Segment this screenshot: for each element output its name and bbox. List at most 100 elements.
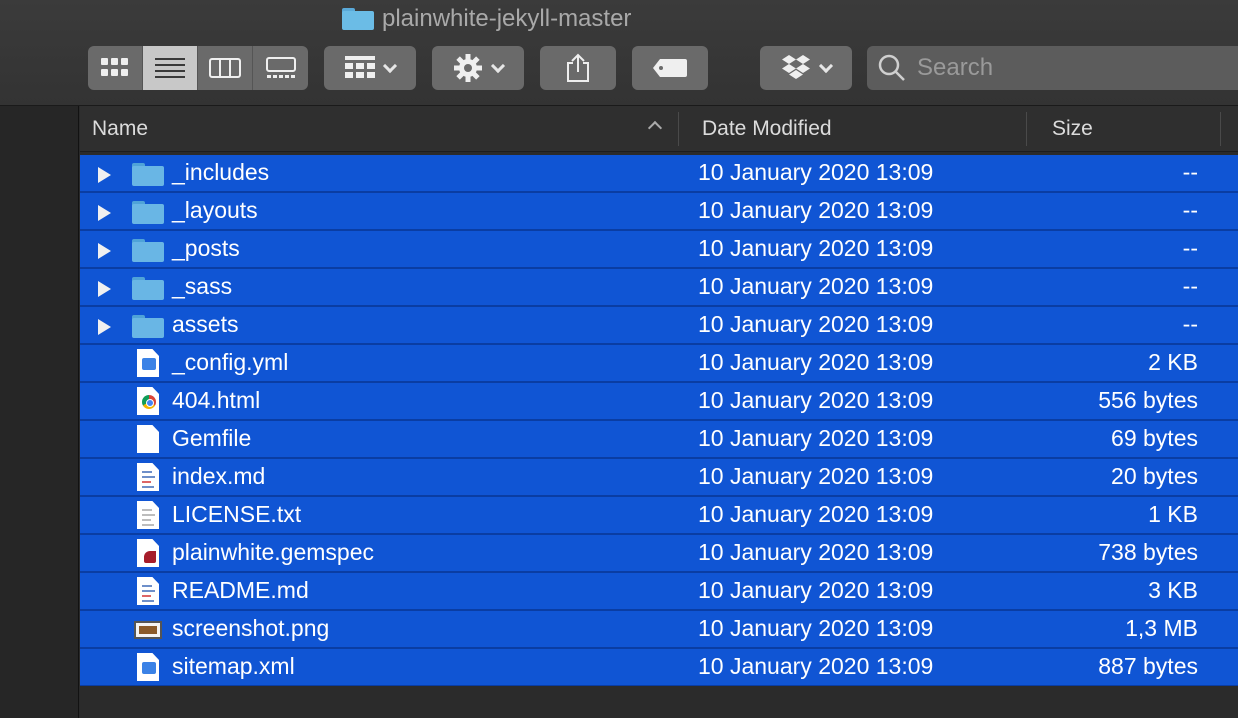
- file-row[interactable]: README.md 10 January 2020 13:09 3 KB: [80, 573, 1238, 611]
- file-list: Name Date Modified Size _includes 10 Janu…: [80, 106, 1238, 718]
- disclosure-triangle-icon[interactable]: [98, 205, 111, 221]
- html-document-icon: [132, 387, 164, 415]
- ruby-document-icon: [132, 539, 164, 567]
- folder-icon: [342, 8, 374, 30]
- file-size: 2 KB: [1148, 349, 1198, 375]
- xml-document-icon: [132, 349, 164, 377]
- file-size: 69 bytes: [1111, 425, 1198, 451]
- file-name: sitemap.xml: [172, 653, 295, 679]
- folder-icon: [132, 159, 164, 187]
- file-row[interactable]: Gemfile 10 January 2020 13:09 69 bytes: [80, 421, 1238, 459]
- file-date-modified: 10 January 2020 13:09: [698, 349, 934, 375]
- file-row[interactable]: 404.html 10 January 2020 13:09 556 bytes: [80, 383, 1238, 421]
- file-date-modified: 10 January 2020 13:09: [698, 273, 934, 299]
- folder-icon: [132, 197, 164, 225]
- folder-icon: [132, 311, 164, 339]
- search-icon: [878, 54, 905, 81]
- file-name: _sass: [172, 273, 233, 299]
- disclosure-triangle-icon[interactable]: [98, 167, 111, 183]
- file-name: 404.html: [172, 387, 261, 413]
- file-size: 1,3 MB: [1125, 615, 1198, 641]
- window-title-text: plainwhite-jekyll-master: [382, 5, 632, 32]
- group-icon: [345, 56, 375, 78]
- file-name: assets: [172, 311, 239, 337]
- column-view-button[interactable]: [198, 46, 253, 90]
- file-name: Gemfile: [172, 425, 252, 451]
- window-title: plainwhite-jekyll-master: [342, 4, 631, 34]
- file-row[interactable]: plainwhite.gemspec 10 January 2020 13:09 7…: [80, 535, 1238, 573]
- file-size: 738 bytes: [1098, 539, 1198, 565]
- column-header: Name Date Modified Size: [80, 106, 1238, 152]
- action-button[interactable]: [432, 46, 524, 90]
- dropbox-button[interactable]: [760, 46, 852, 90]
- file-date-modified: 10 January 2020 13:09: [698, 159, 934, 185]
- disclosure-triangle-icon[interactable]: [98, 281, 111, 297]
- column-date-header[interactable]: Date Modified: [702, 106, 832, 152]
- file-size: --: [1182, 235, 1198, 261]
- chevron-down-icon: [818, 58, 834, 73]
- file-date-modified: 10 January 2020 13:09: [698, 615, 934, 641]
- list-view-icon: [155, 58, 185, 78]
- file-date-modified: 10 January 2020 13:09: [698, 653, 934, 679]
- file-size: --: [1182, 273, 1198, 299]
- file-rows: _includes 10 January 2020 13:09 -- _layouts…: [80, 155, 1238, 687]
- text-document-icon: [132, 501, 164, 529]
- file-date-modified: 10 January 2020 13:09: [698, 311, 934, 337]
- file-date-modified: 10 January 2020 13:09: [698, 387, 934, 413]
- group-by-button[interactable]: [324, 46, 416, 90]
- file-row[interactable]: index.md 10 January 2020 13:09 20 bytes: [80, 459, 1238, 497]
- file-row[interactable]: screenshot.png 10 January 2020 13:09 1,3 M…: [80, 611, 1238, 649]
- disclosure-triangle-icon[interactable]: [98, 319, 111, 335]
- sort-ascending-icon: [647, 120, 663, 136]
- file-name: plainwhite.gemspec: [172, 539, 375, 565]
- file-row[interactable]: _config.yml 10 January 2020 13:09 2 KB: [80, 345, 1238, 383]
- file-row[interactable]: assets 10 January 2020 13:09 --: [80, 307, 1238, 345]
- view-mode-segmented-control[interactable]: [88, 46, 308, 90]
- icon-view-icon: [101, 58, 128, 76]
- column-separator[interactable]: [678, 112, 679, 146]
- file-name: LICENSE.txt: [172, 501, 302, 527]
- folder-icon: [132, 235, 164, 263]
- column-separator[interactable]: [1220, 112, 1221, 146]
- gallery-view-button[interactable]: [253, 46, 308, 90]
- column-name-header[interactable]: Name: [92, 106, 148, 152]
- icon-view-button[interactable]: [88, 46, 143, 90]
- column-separator[interactable]: [1026, 112, 1027, 146]
- disclosure-triangle-icon[interactable]: [98, 243, 111, 259]
- file-row[interactable]: LICENSE.txt 10 January 2020 13:09 1 KB: [80, 497, 1238, 535]
- file-row[interactable]: sitemap.xml 10 January 2020 13:09 887 byte…: [80, 649, 1238, 687]
- column-view-icon: [209, 58, 241, 78]
- dropbox-icon: [782, 55, 810, 79]
- file-row[interactable]: _sass 10 January 2020 13:09 --: [80, 269, 1238, 307]
- file-row[interactable]: _layouts 10 January 2020 13:09 --: [80, 193, 1238, 231]
- file-name: README.md: [172, 577, 309, 603]
- file-date-modified: 10 January 2020 13:09: [698, 197, 934, 223]
- file-size: 20 bytes: [1111, 463, 1198, 489]
- markdown-document-icon: [132, 463, 164, 491]
- tags-button[interactable]: [632, 46, 708, 90]
- search-field[interactable]: [867, 46, 1238, 90]
- column-size-header[interactable]: Size: [1052, 106, 1093, 152]
- list-view-button[interactable]: [143, 46, 198, 90]
- file-size: 887 bytes: [1098, 653, 1198, 679]
- file-name: _posts: [172, 235, 240, 261]
- file-row[interactable]: _includes 10 January 2020 13:09 --: [80, 155, 1238, 193]
- column-size-label: Size: [1052, 117, 1093, 140]
- file-size: 3 KB: [1148, 577, 1198, 603]
- file-size: 556 bytes: [1098, 387, 1198, 413]
- file-date-modified: 10 January 2020 13:09: [698, 235, 934, 261]
- file-name: screenshot.png: [172, 615, 330, 641]
- file-size: 1 KB: [1148, 501, 1198, 527]
- file-name: _layouts: [172, 197, 258, 223]
- file-row[interactable]: _posts 10 January 2020 13:09 --: [80, 231, 1238, 269]
- search-input[interactable]: [917, 54, 1217, 82]
- chevron-down-icon: [490, 58, 506, 73]
- file-name: _config.yml: [172, 349, 289, 375]
- gallery-view-icon: [265, 57, 296, 78]
- file-date-modified: 10 January 2020 13:09: [698, 463, 934, 489]
- image-document-icon: [132, 615, 164, 643]
- file-date-modified: 10 January 2020 13:09: [698, 425, 934, 451]
- blank-document-icon: [132, 425, 164, 453]
- share-button[interactable]: [540, 46, 616, 90]
- share-icon: [567, 53, 589, 82]
